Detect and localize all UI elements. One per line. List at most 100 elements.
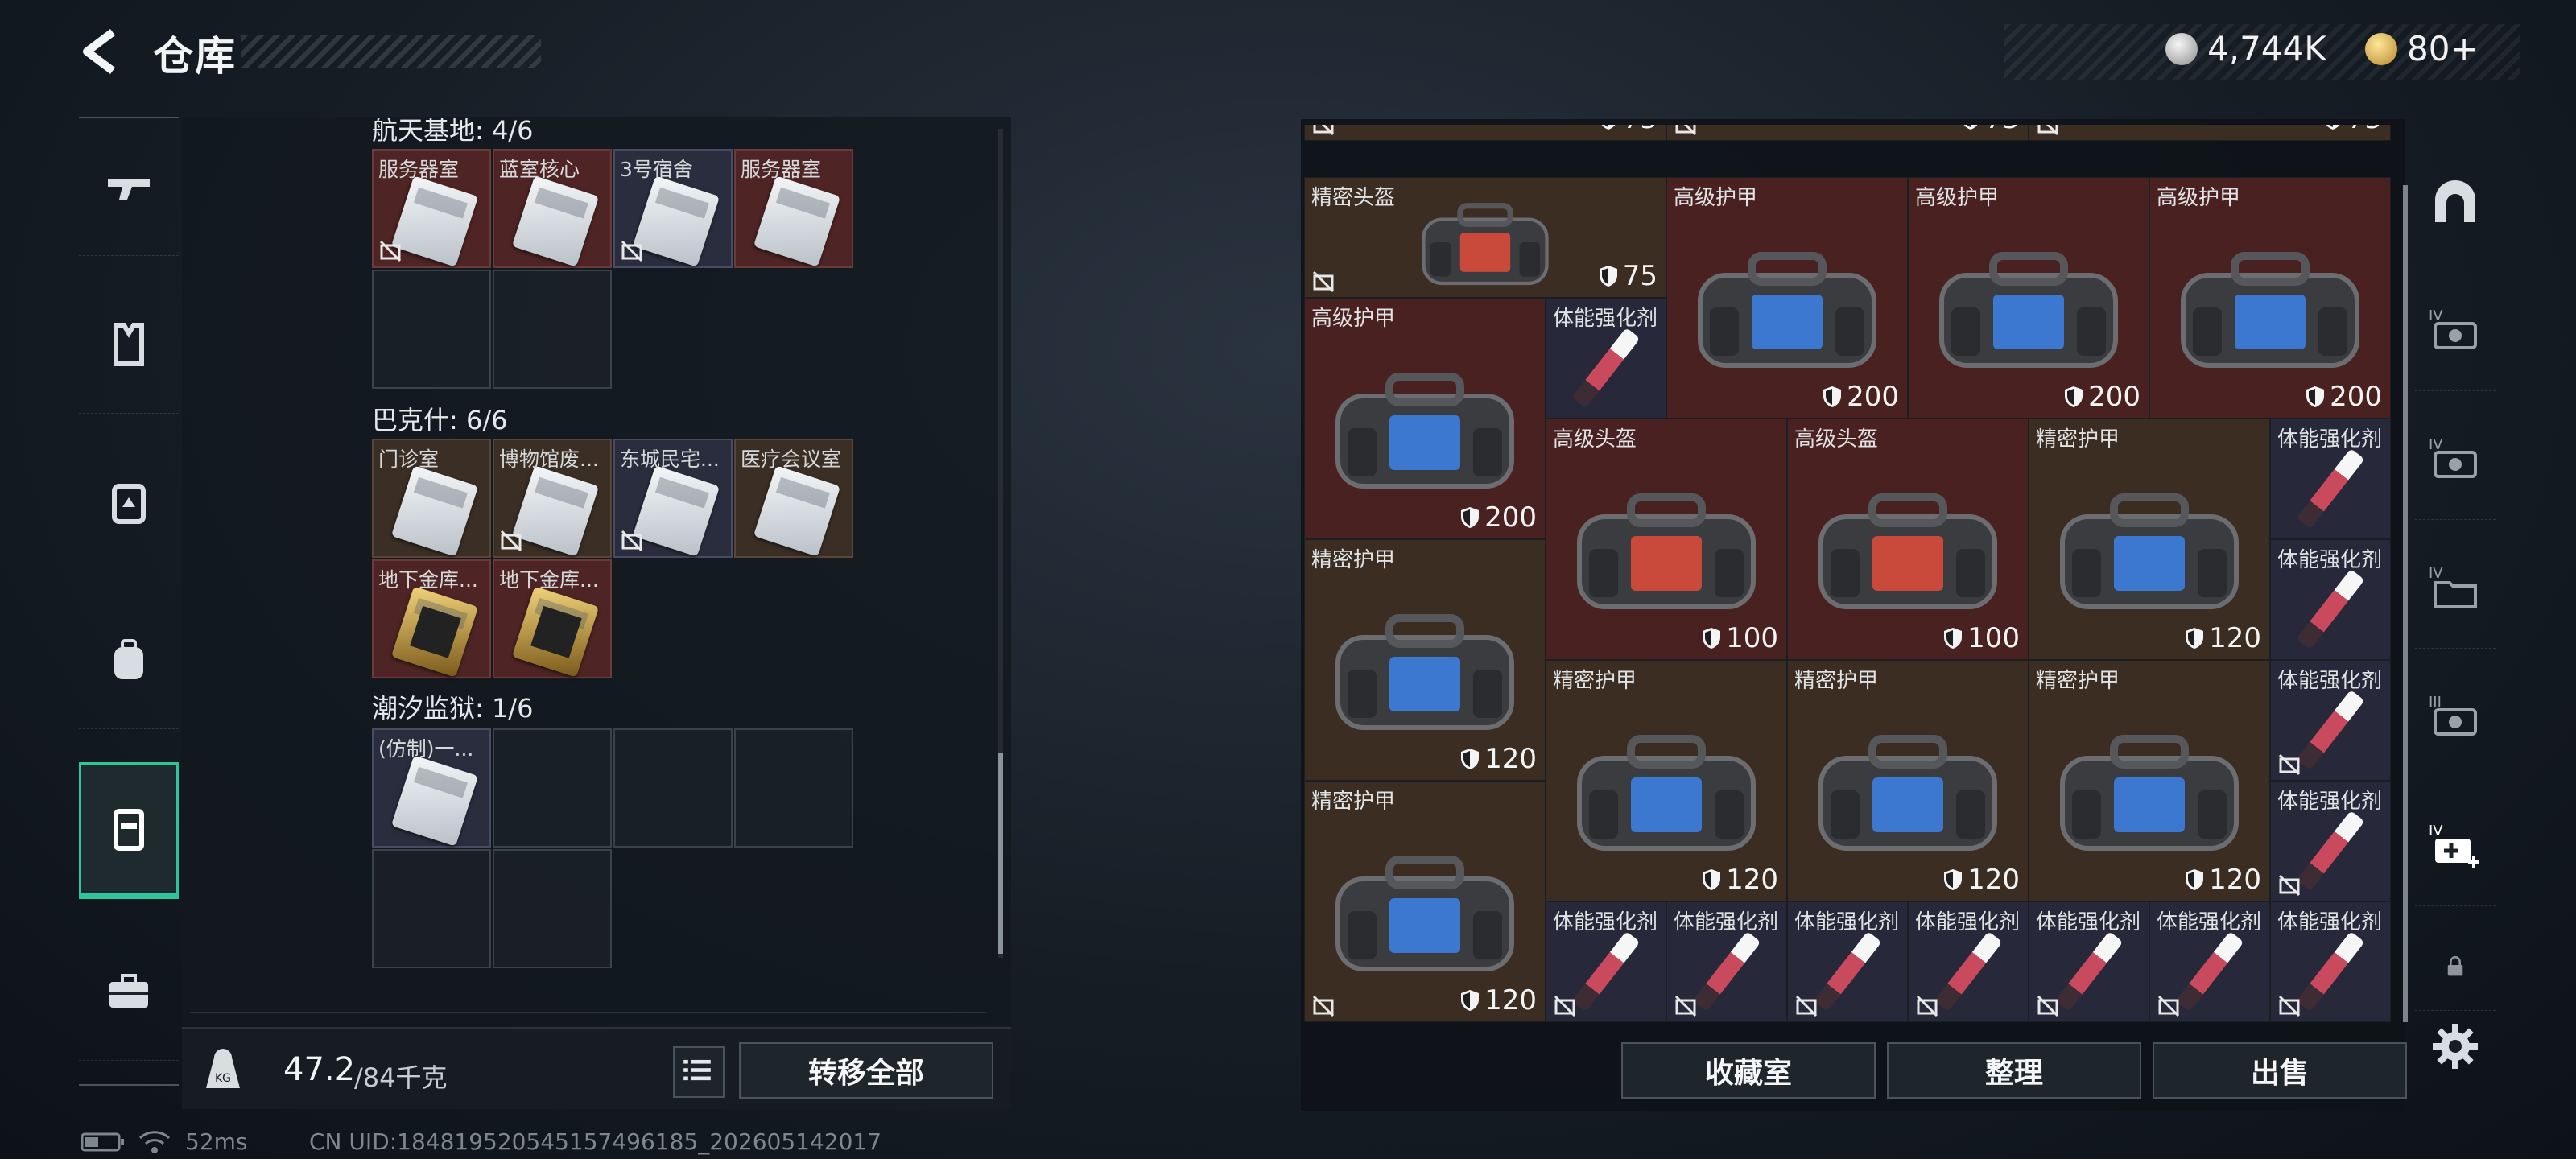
empty-slot[interactable] <box>372 270 491 389</box>
durability: 200 <box>1460 501 1537 534</box>
collection-room-button[interactable]: 收藏室 <box>1621 1042 1876 1099</box>
transfer-all-button[interactable]: 转移全部 <box>739 1042 993 1099</box>
no-sale-icon <box>500 530 522 552</box>
svg-text:IV: IV <box>2429 307 2443 324</box>
stash-item[interactable]: 体能强化剂 <box>2270 660 2391 781</box>
stash-item[interactable]: 体能强化剂 <box>2029 901 2149 1022</box>
shield-icon <box>2306 386 2325 407</box>
iv-medkit-icon: IV <box>2429 823 2479 868</box>
backpack-icon <box>114 639 143 679</box>
empty-slot[interactable] <box>493 849 612 968</box>
stash-item[interactable]: 精密护甲 120 <box>1546 660 1787 901</box>
list-view-button[interactable] <box>673 1046 724 1098</box>
rail-tab-main[interactable] <box>2415 141 2496 262</box>
keycard-name: 门诊室 <box>378 448 440 471</box>
stash-item[interactable]: 75 <box>2029 125 2391 141</box>
keycard-slot[interactable]: 东城民宅... <box>613 439 733 558</box>
organize-button[interactable]: 整理 <box>1887 1042 2141 1099</box>
stash-item[interactable]: 精密护甲 120 <box>1304 539 1546 781</box>
empty-slot[interactable] <box>493 728 612 848</box>
gold-currency[interactable]: 80+ <box>2365 29 2479 68</box>
settings-gear-icon[interactable] <box>2431 1022 2479 1070</box>
right-scrollbar[interactable] <box>2403 185 2408 1022</box>
stash-item[interactable]: 体能强化剂 <box>2149 901 2270 1022</box>
rail-tab-iii[interactable]: III <box>2415 656 2496 777</box>
stash-item[interactable]: 体能强化剂 <box>1666 901 1787 1022</box>
keycard-name: 服务器室 <box>741 158 822 181</box>
keycard-slot[interactable]: 服务器室 <box>734 149 853 268</box>
shield-icon <box>2186 628 2204 649</box>
empty-slot[interactable] <box>493 270 612 389</box>
durability: 120 <box>1943 864 2020 896</box>
stash-item[interactable]: 体能强化剂 <box>1546 901 1666 1022</box>
sidebar-item-weapons[interactable] <box>79 118 179 256</box>
category-sidebar <box>79 117 179 1086</box>
left-scrollbar-thumb[interactable] <box>998 753 1003 954</box>
sidebar-item-armor[interactable] <box>79 276 179 414</box>
stash-item[interactable]: 精密护甲 120 <box>1304 781 1546 1022</box>
stash-item[interactable]: 体能强化剂 <box>2270 419 2391 539</box>
stash-item[interactable]: 体能强化剂 <box>1787 901 1908 1022</box>
keycard-slot[interactable]: 地下金库... <box>493 559 612 678</box>
stash-item[interactable]: 精密护甲 120 <box>1787 660 2029 901</box>
wifi-icon <box>138 1131 171 1153</box>
stash-item[interactable]: 75 <box>1666 125 2029 141</box>
stash-item[interactable]: 高级护甲 200 <box>2149 177 2391 419</box>
rail-tab-iv-add[interactable]: IV <box>2415 785 2496 906</box>
battery-icon <box>80 1132 124 1152</box>
sell-button[interactable]: 出售 <box>2153 1042 2407 1099</box>
keycard-slot[interactable]: 地下金库... <box>372 559 491 678</box>
back-arrow-icon[interactable] <box>77 27 126 76</box>
item-name: 精密护甲 <box>1311 548 1396 572</box>
stash-item[interactable]: 高级护甲 200 <box>1908 177 2149 419</box>
rail-tab-iv-2[interactable]: IV <box>2415 398 2496 520</box>
sidebar-item-container[interactable] <box>79 762 179 899</box>
sidebar-item-backpack[interactable] <box>79 592 179 729</box>
item-name: 精密护甲 <box>1553 669 1637 693</box>
silver-currency: 4,744K <box>2165 29 2326 68</box>
empty-slot[interactable] <box>734 728 853 848</box>
stash-item[interactable]: 高级护甲 200 <box>1666 177 1908 419</box>
stash-item[interactable]: 体能强化剂 <box>1546 298 1666 419</box>
stash-item[interactable]: 体能强化剂 <box>2270 539 2391 660</box>
silver-coin-icon <box>2165 32 2198 65</box>
stash-item[interactable]: 高级头盔 100 <box>1787 419 2029 660</box>
keycard-slot[interactable]: 门诊室 <box>372 439 491 558</box>
stash-item[interactable]: 精密护甲 120 <box>2029 660 2270 901</box>
keycard-slot[interactable]: 博物馆废... <box>493 439 612 558</box>
durability: 200 <box>2064 381 2140 413</box>
keycard-slot[interactable]: 蓝室核心 <box>493 149 612 268</box>
stash-item[interactable]: 精密护甲 120 <box>2029 419 2270 660</box>
durability: 120 <box>2185 622 2261 654</box>
item-name: 体能强化剂 <box>2277 910 2383 934</box>
keycard-name: 地下金库... <box>378 568 478 592</box>
empty-slot[interactable] <box>372 849 491 968</box>
rail-tab-iv-3[interactable]: IV <box>2415 527 2496 649</box>
stash-item[interactable]: 75 <box>1304 125 1666 141</box>
no-sale-icon <box>2278 874 2301 897</box>
item-name: 精密护甲 <box>1311 790 1396 814</box>
stash-item[interactable]: 体能强化剂 <box>2270 901 2391 1022</box>
shield-icon <box>1703 628 1721 649</box>
stash-item[interactable]: 体能强化剂 <box>1908 901 2029 1022</box>
stash-item[interactable]: 精密头盔 75 <box>1304 177 1666 298</box>
keycard-slot[interactable]: 3号宿舍 <box>613 149 733 268</box>
keycard-slot[interactable]: 医疗会议室 <box>734 439 853 558</box>
item-name: 高级护甲 <box>1915 186 2000 210</box>
keycard-slot[interactable]: 服务器室 <box>372 149 491 268</box>
item-name: 体能强化剂 <box>1674 910 1779 934</box>
item-name: 体能强化剂 <box>2277 790 2383 814</box>
empty-slot[interactable] <box>613 728 733 848</box>
stash-item[interactable]: 高级头盔 100 <box>1546 419 1787 660</box>
syringe-icon <box>2054 930 2124 1012</box>
iv-camera-icon: IV <box>2429 307 2477 349</box>
keycard-slot[interactable]: (仿制)一... <box>372 728 491 848</box>
rail-tab-iv-1[interactable]: IV <box>2415 270 2496 391</box>
stash-item[interactable]: 体能强化剂 <box>2270 781 2391 901</box>
rail-tab-locked[interactable] <box>2415 922 2496 1011</box>
sidebar-item-chest-rig[interactable] <box>79 434 179 571</box>
durability: 200 <box>2306 381 2382 413</box>
stash-item[interactable]: 高级护甲 200 <box>1304 298 1546 539</box>
armor-bag-icon <box>1818 734 1997 851</box>
sidebar-item-tools[interactable] <box>79 923 179 1061</box>
